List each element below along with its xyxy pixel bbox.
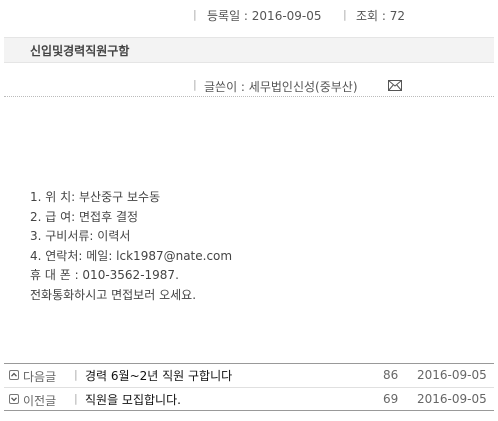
content-line: 전화통화하시고 면접보러 오세요. [30,287,197,302]
content-line: 4. 연락처: 메일: lck1987@nate.com [30,248,233,263]
content-line: 휴 대 폰 : 010-3562-1987. [30,268,179,282]
separator: | [74,392,78,405]
prev-post-label: 이전글 [23,394,57,408]
next-post-link[interactable]: 경력 6월~2년 직원 구합니다 [85,367,232,384]
post-date: 등록일 : 2016-09-05 [207,9,322,23]
prev-post-views: 69 [383,392,399,406]
post-author-row: | 글쓴이 : 세무법인신성(중부산) [0,78,498,96]
chevron-down-icon [9,394,19,404]
separator: | [193,78,197,91]
post-title-bar: 신입및경력직원구함 [4,37,494,63]
separator: | [193,8,197,21]
post-views: 조회 : 72 [356,9,406,23]
content-line: 1. 위 치: 부산중구 보수동 [30,190,161,204]
next-post-views: 86 [383,368,399,382]
content-line: 3. 구비서류: 이력서 [30,229,131,243]
next-post-label: 다음글 [23,370,57,384]
separator: | [343,8,347,21]
next-post-row[interactable]: 다음글 | 경력 6월~2년 직원 구합니다 86 2016-09-05 [4,363,494,388]
prev-post-date: 2016-09-05 [417,392,487,406]
divider [4,96,494,97]
post-author: 글쓴이 : 세무법인신성(중부산) [204,80,358,94]
prev-post-link[interactable]: 직원을 모집합니다. [85,391,181,408]
mail-icon[interactable] [388,80,402,91]
separator: | [74,368,78,381]
post-meta: | 등록일 : 2016-09-05 | 조회 : 72 [0,7,498,25]
board-post-view: | 등록일 : 2016-09-05 | 조회 : 72 신입및경력직원구함 |… [0,0,498,421]
post-title: 신입및경력직원구함 [30,44,130,58]
prev-post-row[interactable]: 이전글 | 직원을 모집합니다. 69 2016-09-05 [4,388,494,411]
content-line: 2. 급 여: 면접후 결정 [30,209,139,224]
next-post-date: 2016-09-05 [417,368,487,382]
post-content: 1. 위 치: 부산중구 보수동 2. 급 여: 면접후 결정 3. 구비서류:… [30,188,470,305]
chevron-up-icon [9,370,19,380]
